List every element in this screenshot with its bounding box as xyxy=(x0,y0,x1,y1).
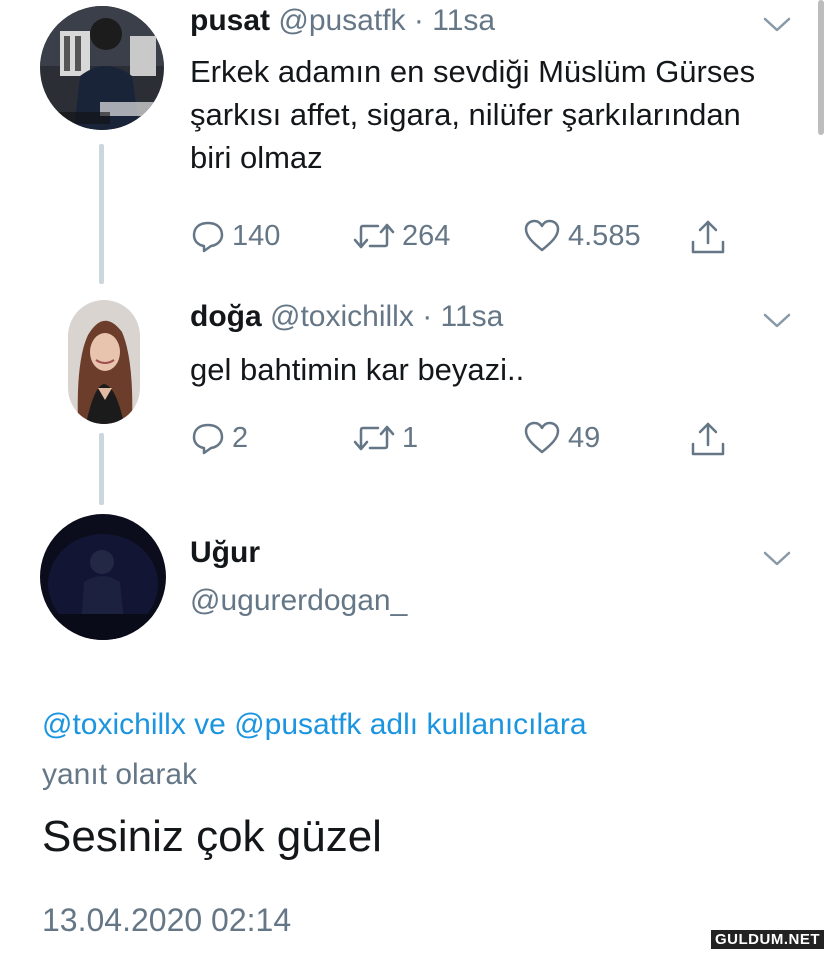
reply-icon xyxy=(192,221,224,253)
tweet-text: Erkek adamın en sevdiği Müslüm Gürses şa… xyxy=(190,54,756,175)
reply-button[interactable]: 140 xyxy=(190,218,280,254)
tweet-header: Uğur xyxy=(190,536,260,570)
retweet-button[interactable]: 264 xyxy=(352,218,450,254)
like-count: 4.585 xyxy=(568,219,641,252)
reply-icon xyxy=(192,423,224,455)
user-handle[interactable]: @ugurerdogan_ xyxy=(190,584,407,617)
main-tweet-text: Sesiniz çok güzel xyxy=(42,812,382,861)
reply-count: 140 xyxy=(232,219,281,252)
reply-count: 2 xyxy=(232,421,249,454)
tweet-time[interactable]: 11sa xyxy=(432,4,495,37)
display-name[interactable]: doğa xyxy=(190,300,262,333)
tweet-text: gel bahtimin kar beyazi.. xyxy=(190,352,525,387)
reply-button[interactable]: 2 xyxy=(190,420,248,456)
watermark: GULDUM.NET xyxy=(711,930,824,949)
separator: · xyxy=(413,4,424,37)
thread-line xyxy=(99,144,104,284)
user-handle[interactable]: @pusatfk xyxy=(278,4,405,37)
reply-connector: ve xyxy=(194,708,226,741)
share-button[interactable] xyxy=(688,420,734,458)
share-icon xyxy=(691,220,725,254)
display-name[interactable]: Uğur xyxy=(190,536,260,569)
user-handle-line: @ugurerdogan_ xyxy=(190,584,407,618)
display-name[interactable]: pusat xyxy=(190,4,270,37)
reply-suffix-text: yanıt olarak xyxy=(42,758,198,791)
share-icon xyxy=(691,422,725,456)
retweet-icon xyxy=(353,223,395,249)
retweet-button[interactable]: 1 xyxy=(352,420,418,456)
reply-suffix-link[interactable]: adlı kullanıcılara xyxy=(370,708,587,741)
separator: · xyxy=(422,300,433,333)
heart-icon xyxy=(524,421,560,454)
tweet-header: doğa @toxichillx · 11sa xyxy=(190,300,503,334)
retweet-count: 264 xyxy=(402,219,451,252)
user-handle[interactable]: @toxichillx xyxy=(270,300,414,333)
avatar[interactable] xyxy=(68,300,140,424)
avatar[interactable] xyxy=(40,6,164,130)
thread-line xyxy=(99,433,104,505)
like-count: 49 xyxy=(568,421,601,454)
mention-link[interactable]: @pusatfk xyxy=(234,708,361,741)
share-button[interactable] xyxy=(688,218,734,256)
like-button[interactable]: 4.585 xyxy=(522,218,641,254)
chevron-down-icon[interactable] xyxy=(762,548,792,568)
scrollbar[interactable] xyxy=(818,0,824,135)
reply-context: @toxichillx ve @pusatfk adlı kullanıcıla… xyxy=(42,700,762,800)
chevron-down-icon[interactable] xyxy=(762,14,792,34)
tweet-time[interactable]: 11sa xyxy=(441,300,504,333)
avatar[interactable] xyxy=(40,514,166,640)
chevron-down-icon[interactable] xyxy=(762,310,792,330)
retweet-count: 1 xyxy=(402,421,419,454)
tweet-header: pusat @pusatfk · 11sa xyxy=(190,4,495,38)
mention-link[interactable]: @toxichillx xyxy=(42,708,186,741)
tweet-timestamp[interactable]: 13.04.2020 02:14 xyxy=(42,902,291,939)
like-button[interactable]: 49 xyxy=(522,420,600,456)
retweet-icon xyxy=(353,425,395,451)
heart-icon xyxy=(524,219,560,252)
